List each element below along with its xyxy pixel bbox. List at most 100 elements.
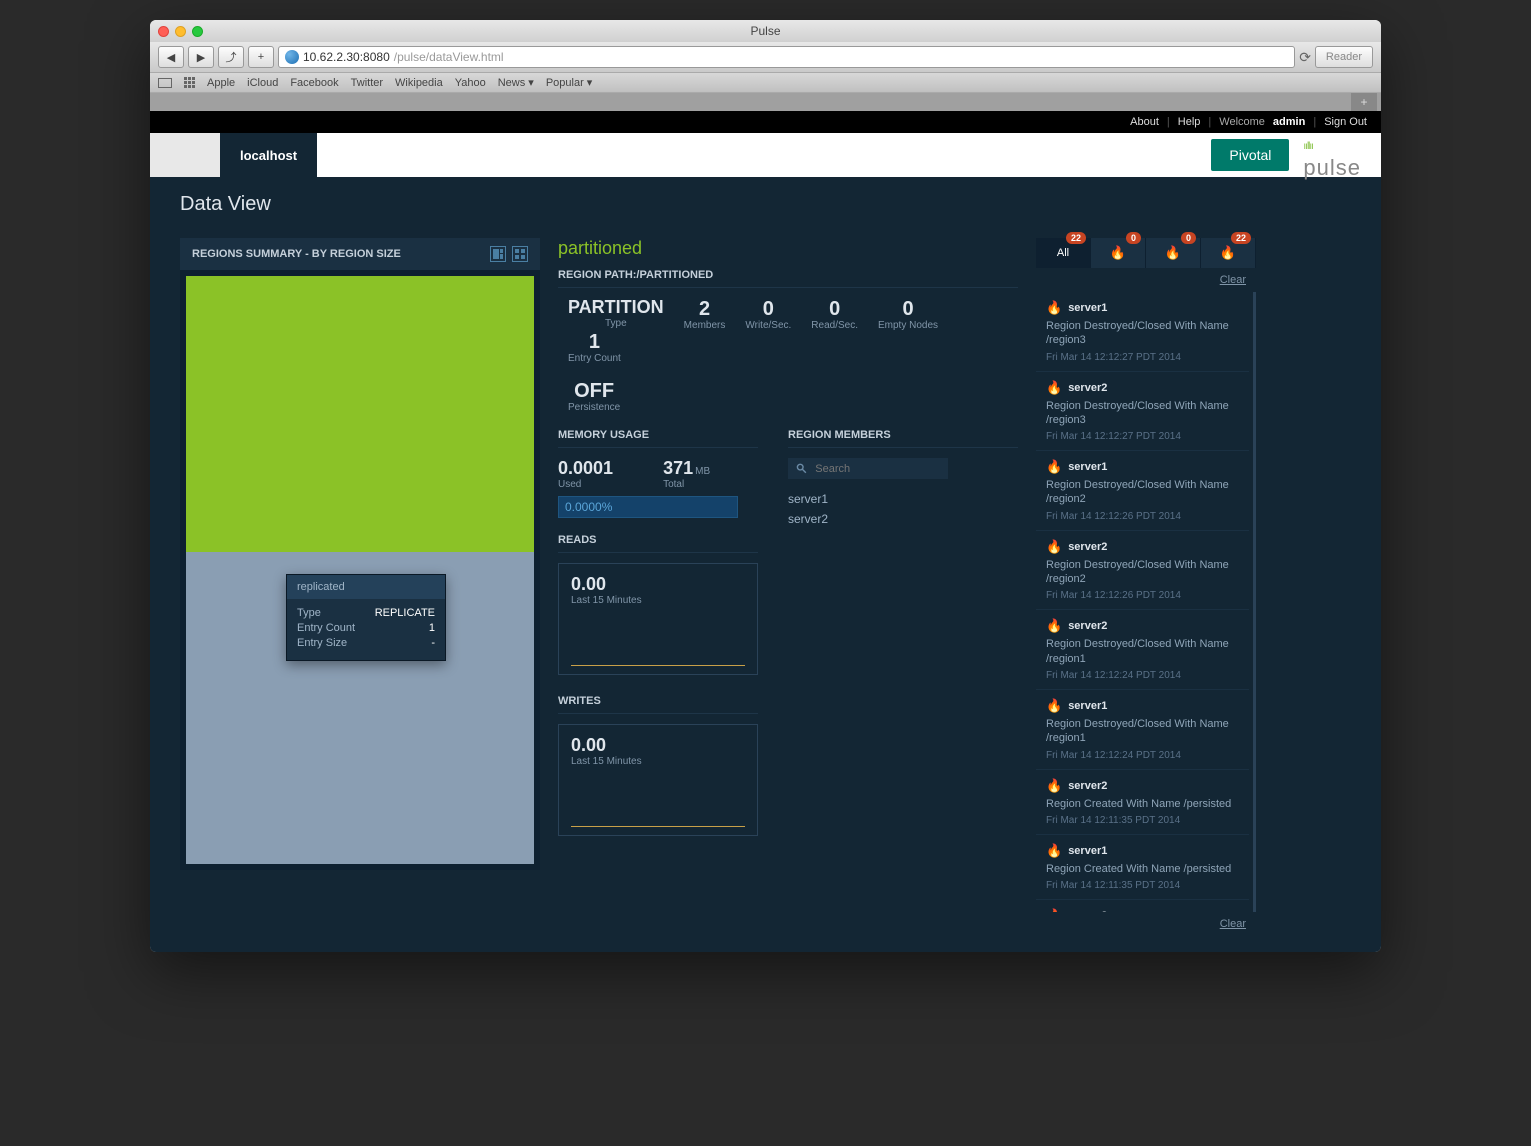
url-bar[interactable]: 10.62.2.30:8080/pulse/dataView.html [278,46,1295,68]
alert-message: Region Destroyed/Closed With Name /regio… [1046,399,1239,428]
url-path: /pulse/dataView.html [394,50,504,64]
alert-item[interactable]: 🔥 server1 Region Destroyed/Closed With Na… [1036,451,1249,531]
header-bar: localhost Pivotal ııllııpulse [150,133,1381,177]
new-tab-button[interactable]: + [1351,93,1377,111]
browser-toolbar: ◀ ▶ ⤴ + 10.62.2.30:8080/pulse/dataView.h… [150,42,1381,73]
alert-time: Fri Mar 14 12:12:27 PDT 2014 [1046,431,1239,442]
browser-window: Pulse ◀ ▶ ⤴ + 10.62.2.30:8080/pulse/data… [150,20,1381,952]
alert-item[interactable]: 🔥server1 Region Destroyed/Closed With Na… [1036,690,1249,770]
pulse-logo: ııllııpulse [1303,129,1361,181]
top-sites-icon[interactable] [184,77,195,88]
bookmark-facebook[interactable]: Facebook [290,77,338,89]
clear-link-bottom[interactable]: Clear [1036,912,1256,936]
host-tab[interactable]: localhost [220,133,317,177]
treemap-region-replicated[interactable]: replicated TypeREPLICATE Entry Count1 En… [186,552,534,864]
alert-item[interactable]: 🔥 server2 Region Destroyed/Closed With Na… [1036,610,1249,690]
bookmark-twitter[interactable]: Twitter [351,77,383,89]
add-button[interactable]: + [248,46,274,68]
members-search[interactable] [788,458,948,479]
alert-server: server2 [1068,910,1107,912]
window-title: Pulse [150,24,1381,38]
treemap-region-partitioned[interactable] [186,276,534,552]
member-list: server1 server2 [788,489,1018,529]
forward-button[interactable]: ▶ [188,46,214,68]
alert-server: server1 [1068,461,1107,473]
fire-icon: 🔥 [1046,300,1062,316]
bookmark-news[interactable]: News ▾ [498,76,534,89]
bookmark-wikipedia[interactable]: Wikipedia [395,77,443,89]
reader-button[interactable]: Reader [1315,46,1373,68]
alert-tabs: All22 🔥0 🔥0 🔥22 [1036,238,1256,268]
fire-icon: 🔥 [1046,778,1062,794]
alert-time: Fri Mar 14 12:12:27 PDT 2014 [1046,352,1239,363]
alerts-list[interactable]: 🔥 server1 Region Destroyed/Closed With Na… [1036,292,1256,912]
grid-view-icon[interactable] [512,246,528,262]
member-item[interactable]: server1 [788,489,1018,509]
alert-server: server1 [1068,845,1107,857]
alert-item[interactable]: 🔥server1 Region Created With Name /persi… [1036,835,1249,900]
alerts-panel: All22 🔥0 🔥0 🔥22 Clear 🔥 server1 Region De… [1036,238,1256,936]
about-link[interactable]: About [1130,116,1159,128]
memory-bar: 0.0000% [558,496,738,518]
alert-tab-warning[interactable]: 🔥22 [1201,238,1256,268]
app-root: About | Help | Welcome admin | Sign Out … [150,111,1381,952]
fire-icon: 🔥 [1046,908,1062,912]
alert-server: server1 [1068,302,1107,314]
titlebar: Pulse [150,20,1381,42]
reading-list-icon[interactable] [158,78,172,88]
alert-server: server2 [1068,620,1107,632]
alert-item[interactable]: 🔥server2 Region Created With Name /persi… [1036,770,1249,835]
reload-icon[interactable]: ⟳ [1299,49,1311,66]
fire-icon: 🔥 [1110,245,1126,261]
fire-icon: 🔥 [1046,618,1062,634]
alert-item[interactable]: 🔥 server2 [1036,900,1249,912]
help-link[interactable]: Help [1178,116,1201,128]
pivotal-button[interactable]: Pivotal [1211,139,1289,171]
clear-link-top[interactable]: Clear [1036,268,1256,292]
signout-link[interactable]: Sign Out [1324,116,1367,128]
alert-item[interactable]: 🔥 server2 Region Destroyed/Closed With Na… [1036,372,1249,452]
alert-item[interactable]: 🔥server1 Region Destroyed/Closed With Na… [1036,292,1249,372]
alert-tab-all[interactable]: All22 [1036,238,1091,268]
bookmark-icloud[interactable]: iCloud [247,77,278,89]
alert-server: server1 [1068,700,1107,712]
tab-bar: + [150,93,1381,111]
url-host: 10.62.2.30:8080 [303,50,390,64]
header-left-spacer [150,133,220,177]
stats-row: PARTITIONType 2Members 0Write/Sec. 0Read… [558,298,1018,364]
bookmarks-bar: Apple iCloud Facebook Twitter Wikipedia … [150,73,1381,93]
alert-tab-error[interactable]: 🔥0 [1146,238,1201,268]
share-button[interactable]: ⤴ [218,46,244,68]
reads-chart: 0.00 Last 15 Minutes [558,563,758,675]
alert-server: server2 [1068,382,1107,394]
fire-icon: 🔥 [1046,539,1062,555]
search-icon [796,462,807,475]
region-name: partitioned [558,238,1018,259]
treemap-view-icon[interactable] [490,246,506,262]
alert-message: Region Destroyed/Closed With Name /regio… [1046,558,1239,587]
tooltip-title: replicated [287,575,445,599]
region-tooltip: replicated TypeREPLICATE Entry Count1 En… [286,574,446,661]
back-button[interactable]: ◀ [158,46,184,68]
alert-tab-severe[interactable]: 🔥0 [1091,238,1146,268]
bookmark-popular[interactable]: Popular ▾ [546,76,593,89]
treemap: replicated TypeREPLICATE Entry Count1 En… [180,270,540,870]
regions-summary-panel: REGIONS SUMMARY - BY REGION SIZE replica… [180,238,540,870]
alert-message: Region Created With Name /persisted [1046,862,1239,876]
search-input[interactable] [815,463,940,475]
fire-icon: 🔥 [1220,245,1236,261]
fire-icon: 🔥 [1046,459,1062,475]
member-item[interactable]: server2 [788,509,1018,529]
bookmark-apple[interactable]: Apple [207,77,235,89]
alert-time: Fri Mar 14 12:12:26 PDT 2014 [1046,511,1239,522]
alert-message: Region Destroyed/Closed With Name /regio… [1046,478,1239,507]
bookmark-yahoo[interactable]: Yahoo [455,77,486,89]
writes-title: WRITES [558,695,758,714]
alert-item[interactable]: 🔥server2 Region Destroyed/Closed With Na… [1036,531,1249,611]
alert-time: Fri Mar 14 12:11:35 PDT 2014 [1046,880,1239,891]
alert-message: Region Destroyed/Closed With Name /regio… [1046,637,1239,666]
globe-icon [285,50,299,64]
regions-summary-title: REGIONS SUMMARY - BY REGION SIZE [192,248,401,260]
fire-icon: 🔥 [1046,380,1062,396]
fire-icon: 🔥 [1046,698,1062,714]
